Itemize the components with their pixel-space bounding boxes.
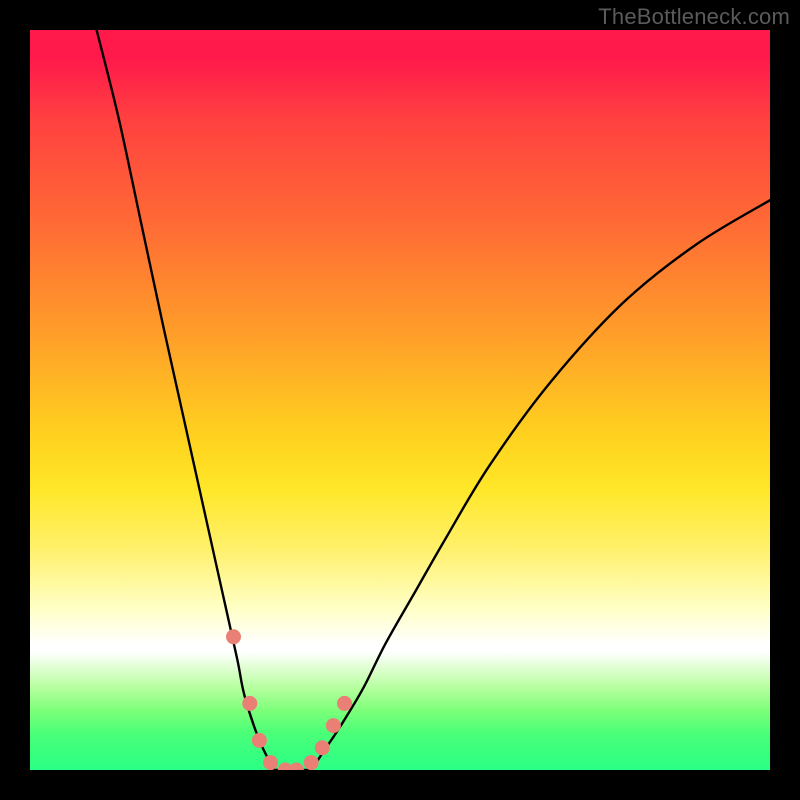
marker-dot	[315, 740, 330, 755]
marker-dot	[337, 696, 352, 711]
curve-svg	[30, 30, 770, 770]
left-curve	[97, 30, 275, 770]
marker-dot	[326, 718, 341, 733]
marker-dot	[304, 755, 319, 770]
marker-group	[226, 629, 352, 770]
marker-dot	[263, 755, 278, 770]
marker-dot	[252, 733, 267, 748]
marker-dot	[226, 629, 241, 644]
watermark-text: TheBottleneck.com	[598, 4, 790, 30]
right-curve	[311, 200, 770, 770]
marker-dot	[242, 696, 257, 711]
chart-stage: TheBottleneck.com	[0, 0, 800, 800]
marker-dot	[289, 763, 304, 771]
plot-area	[30, 30, 770, 770]
